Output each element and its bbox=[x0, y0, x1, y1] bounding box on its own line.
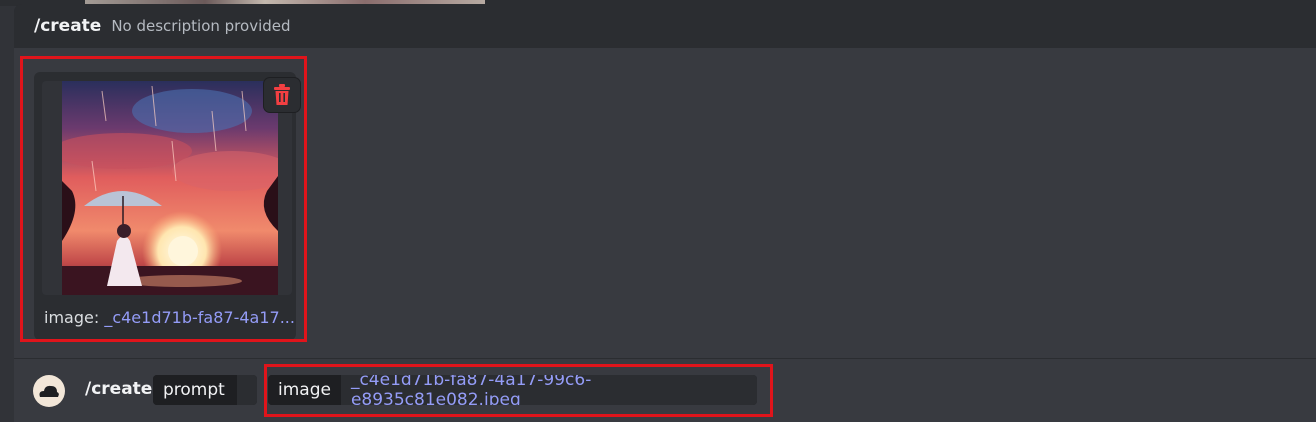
cloud-avatar-icon bbox=[33, 375, 65, 407]
attachment-image[interactable] bbox=[42, 81, 292, 295]
slash-command-panel: /create No description provided image: _… bbox=[14, 4, 1316, 422]
command-name: /create bbox=[34, 16, 102, 36]
option-image[interactable]: image _c4e1d71b-fa87-4a17-99c6-e8935c81e… bbox=[268, 375, 757, 405]
option-prompt-value[interactable] bbox=[237, 375, 257, 405]
sunset-artwork bbox=[62, 81, 278, 295]
option-prompt[interactable]: prompt bbox=[153, 375, 257, 405]
attachments-area: image: _c4e1d71b-fa87-4a17... bbox=[14, 48, 1316, 358]
command-description: No description provided bbox=[111, 17, 291, 35]
attachment-caption: image: _c4e1d71b-fa87-4a17... bbox=[44, 308, 295, 327]
option-image-value[interactable]: _c4e1d71b-fa87-4a17-99c6-e8935c81e082.jp… bbox=[340, 375, 757, 405]
command-input-bar: /create prompt image _c4e1d71b-fa87-4a17… bbox=[14, 358, 1316, 422]
option-image-name: image bbox=[268, 375, 341, 405]
attachment-caption-label: image: bbox=[44, 308, 100, 327]
command-label: /create bbox=[85, 379, 153, 399]
attachment-card[interactable]: image: _c4e1d71b-fa87-4a17... bbox=[34, 72, 300, 340]
delete-attachment-button[interactable] bbox=[264, 78, 300, 112]
trash-icon bbox=[274, 84, 290, 105]
attachment-filename[interactable]: _c4e1d71b-fa87-4a17... bbox=[104, 308, 295, 327]
command-header: /create No description provided bbox=[14, 4, 1316, 48]
option-prompt-name: prompt bbox=[153, 375, 237, 405]
